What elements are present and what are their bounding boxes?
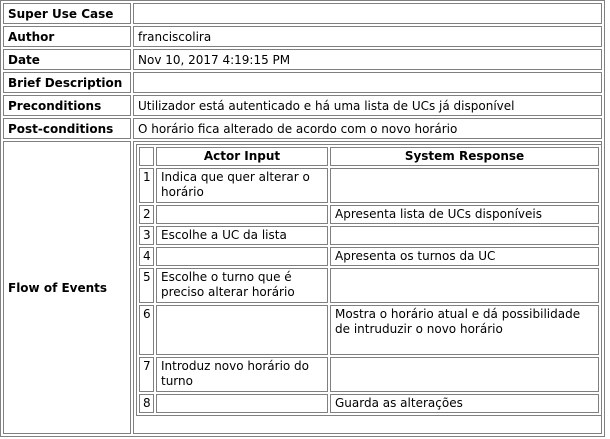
actor-input-cell: [156, 305, 328, 355]
flow-step-row: 8 Guarda as alterações: [139, 394, 599, 413]
flow-step-row: 7 Introduz novo horário do turno: [139, 357, 599, 392]
actor-input-cell: [156, 394, 328, 413]
super-use-case-value: [133, 3, 602, 24]
actor-input-cell: [156, 205, 328, 224]
flow-of-events-row: Flow of Events Actor Input System Respon…: [3, 141, 602, 434]
system-response-cell: Guarda as alterações: [330, 394, 599, 413]
step-number: 5: [139, 268, 154, 303]
preconditions-value: Utilizador está autenticado e há uma lis…: [133, 95, 602, 116]
system-response-cell: Apresenta lista de UCs disponíveis: [330, 205, 599, 224]
actor-input-cell: Escolhe a UC da lista: [156, 226, 328, 245]
flow-step-row: 2 Apresenta lista de UCs disponíveis: [139, 205, 599, 224]
post-conditions-row: Post-conditions O horário fica alterado …: [3, 118, 602, 139]
step-number-header: [139, 147, 154, 166]
system-response-cell: Mostra o horário atual e dá possibilidad…: [330, 305, 599, 355]
flow-step-row: 6 Mostra o horário atual e dá possibilid…: [139, 305, 599, 355]
system-response-cell: [330, 268, 599, 303]
author-row: Author franciscolira: [3, 26, 602, 47]
flow-table: Actor Input System Response 1 Indica que…: [136, 144, 602, 416]
flow-step-row: 5 Escolhe o turno que é preciso alterar …: [139, 268, 599, 303]
step-number: 4: [139, 247, 154, 266]
author-value: franciscolira: [133, 26, 602, 47]
flow-step-row: 4 Apresenta os turnos da UC: [139, 247, 599, 266]
system-response-cell: Apresenta os turnos da UC: [330, 247, 599, 266]
flow-header-row: Actor Input System Response: [139, 147, 599, 166]
step-number: 6: [139, 305, 154, 355]
system-response-cell: [330, 168, 599, 203]
use-case-table: Super Use Case Author franciscolira Date…: [0, 0, 605, 437]
date-row: Date Nov 10, 2017 4:19:15 PM: [3, 49, 602, 70]
step-number: 2: [139, 205, 154, 224]
actor-input-cell: Escolhe o turno que é preciso alterar ho…: [156, 268, 328, 303]
date-value: Nov 10, 2017 4:19:15 PM: [133, 49, 602, 70]
author-label: Author: [3, 26, 131, 47]
brief-description-value: [133, 72, 602, 93]
preconditions-label: Preconditions: [3, 95, 131, 116]
brief-description-row: Brief Description: [3, 72, 602, 93]
step-number: 1: [139, 168, 154, 203]
flow-step-row: 1 Indica que quer alterar o horário: [139, 168, 599, 203]
step-number: 8: [139, 394, 154, 413]
actor-input-cell: Indica que quer alterar o horário: [156, 168, 328, 203]
actor-input-header: Actor Input: [156, 147, 328, 166]
super-use-case-label: Super Use Case: [3, 3, 131, 24]
brief-description-label: Brief Description: [3, 72, 131, 93]
flow-step-row: 3 Escolhe a UC da lista: [139, 226, 599, 245]
flow-of-events-label: Flow of Events: [3, 141, 131, 434]
post-conditions-value: O horário fica alterado de acordo com o …: [133, 118, 602, 139]
date-label: Date: [3, 49, 131, 70]
actor-input-cell: Introduz novo horário do turno: [156, 357, 328, 392]
system-response-cell: [330, 357, 599, 392]
system-response-cell: [330, 226, 599, 245]
system-response-header: System Response: [330, 147, 599, 166]
preconditions-row: Preconditions Utilizador está autenticad…: [3, 95, 602, 116]
actor-input-cell: [156, 247, 328, 266]
super-use-case-row: Super Use Case: [3, 3, 602, 24]
step-number: 7: [139, 357, 154, 392]
step-number: 3: [139, 226, 154, 245]
flow-of-events-cell: Actor Input System Response 1 Indica que…: [133, 141, 602, 434]
post-conditions-label: Post-conditions: [3, 118, 131, 139]
